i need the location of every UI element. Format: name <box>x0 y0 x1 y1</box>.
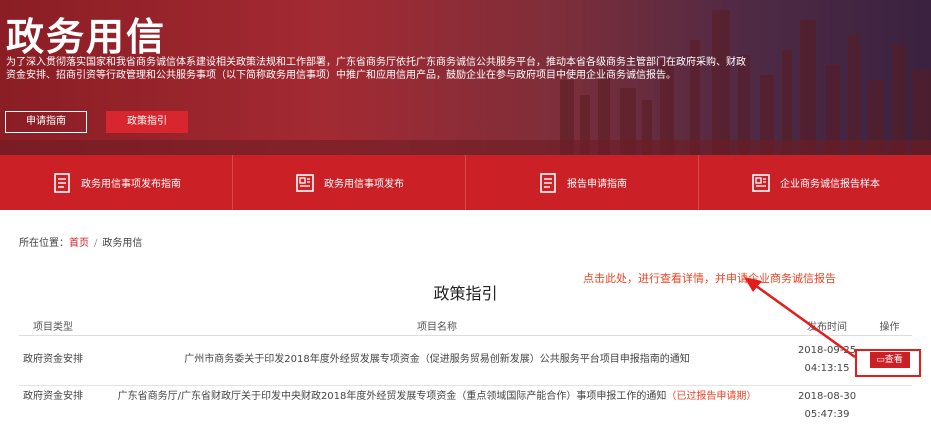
table-row: 政府资金安排 广州市商务委关于印发2018年度外经贸发展专项资金（促进服务贸易创… <box>19 334 912 385</box>
breadcrumb-separator: / <box>94 238 98 249</box>
breadcrumb-prefix: 所在位置： <box>19 238 69 249</box>
cell-name-link[interactable]: 广州市商务委关于印发2018年度外经贸发展专项资金（促进服务贸易创新发展）公共服… <box>87 334 787 385</box>
highlight-box <box>855 349 921 377</box>
banner-title: 政务用信 <box>6 15 167 59</box>
nav-item-label: 企业商务诚信报告样本 <box>780 179 880 190</box>
nav-item-report-sample[interactable]: 企业商务诚信报告样本 <box>699 155 931 210</box>
main-content: 所在位置：首页 / 政务用信 点击此处，进行查看详情，并申请企业商务诚信报告 政策指… <box>0 210 931 429</box>
nav-item-label: 政务用信事项发布 <box>324 179 404 190</box>
nav-item-report-guide[interactable]: 报告申请指南 <box>466 155 699 210</box>
nav-item-release[interactable]: 政务用信事项发布 <box>233 155 466 210</box>
policy-table: 项目类型 项目名称 发布时间 操作 政府资金安排 广州市商务委关于印发2018年… <box>19 317 912 427</box>
cell-action <box>867 384 912 427</box>
apply-guide-button[interactable]: 申请指南 <box>5 111 87 133</box>
header-action: 操作 <box>867 317 912 336</box>
time-value: 04:13:15 <box>804 363 850 374</box>
news-icon <box>752 173 770 192</box>
document-icon <box>540 172 556 193</box>
expired-status: （已过报告申请期） <box>666 390 757 402</box>
cell-name-link[interactable]: 广东省商务厅/广东省财政厅关于印发中央财政2018年度外经贸发展专项资金（重点领… <box>87 384 787 427</box>
cell-date: 2018-08-30 05:47:39 <box>787 384 867 427</box>
cell-type: 政府资金安排 <box>19 334 87 385</box>
breadcrumb: 所在位置：首页 / 政务用信 <box>19 234 142 249</box>
nav-item-label: 报告申请指南 <box>567 179 627 190</box>
date-value: 2018-09-25 <box>797 345 857 356</box>
header-name: 项目名称 <box>87 317 787 336</box>
document-icon <box>54 172 70 193</box>
breadcrumb-current: 政务用信 <box>102 238 143 249</box>
breadcrumb-home-link[interactable]: 首页 <box>69 238 89 249</box>
banner-description: 为了深入贯彻落实国家和我省商务诚信体系建设相关政策法规和工作部署，广东省商务厅依… <box>6 57 746 81</box>
news-icon <box>296 173 314 192</box>
nav-item-label: 政务用信事项发布指南 <box>81 179 181 190</box>
feature-nav: 政务用信事项发布指南 政务用信事项发布 报告申请指南 企业商务诚信报告样本 <box>0 155 931 210</box>
policy-guide-button[interactable]: 政策指引 <box>106 111 188 133</box>
item-name: 广东省商务厅/广东省财政厅关于印发中央财政2018年度外经贸发展专项资金（重点领… <box>117 390 667 402</box>
header-date: 发布时间 <box>787 317 867 336</box>
date-value: 2018-08-30 <box>797 390 857 402</box>
hero-banner: 政务用信 为了深入贯彻落实国家和我省商务诚信体系建设相关政策法规和工作部署，广东… <box>0 0 931 155</box>
time-value: 05:47:39 <box>804 408 850 420</box>
table-row: 政府资金安排 广东省商务厅/广东省财政厅关于印发中央财政2018年度外经贸发展专… <box>19 384 912 427</box>
cell-type: 政府资金安排 <box>19 384 87 427</box>
nav-item-release-guide[interactable]: 政务用信事项发布指南 <box>0 155 233 210</box>
header-type: 项目类型 <box>19 317 87 336</box>
table-header-row: 项目类型 项目名称 发布时间 操作 <box>19 317 912 336</box>
page-root: 政务用信 为了深入贯彻落实国家和我省商务诚信体系建设相关政策法规和工作部署，广东… <box>0 0 931 429</box>
section-title: 政策指引 <box>433 284 498 303</box>
